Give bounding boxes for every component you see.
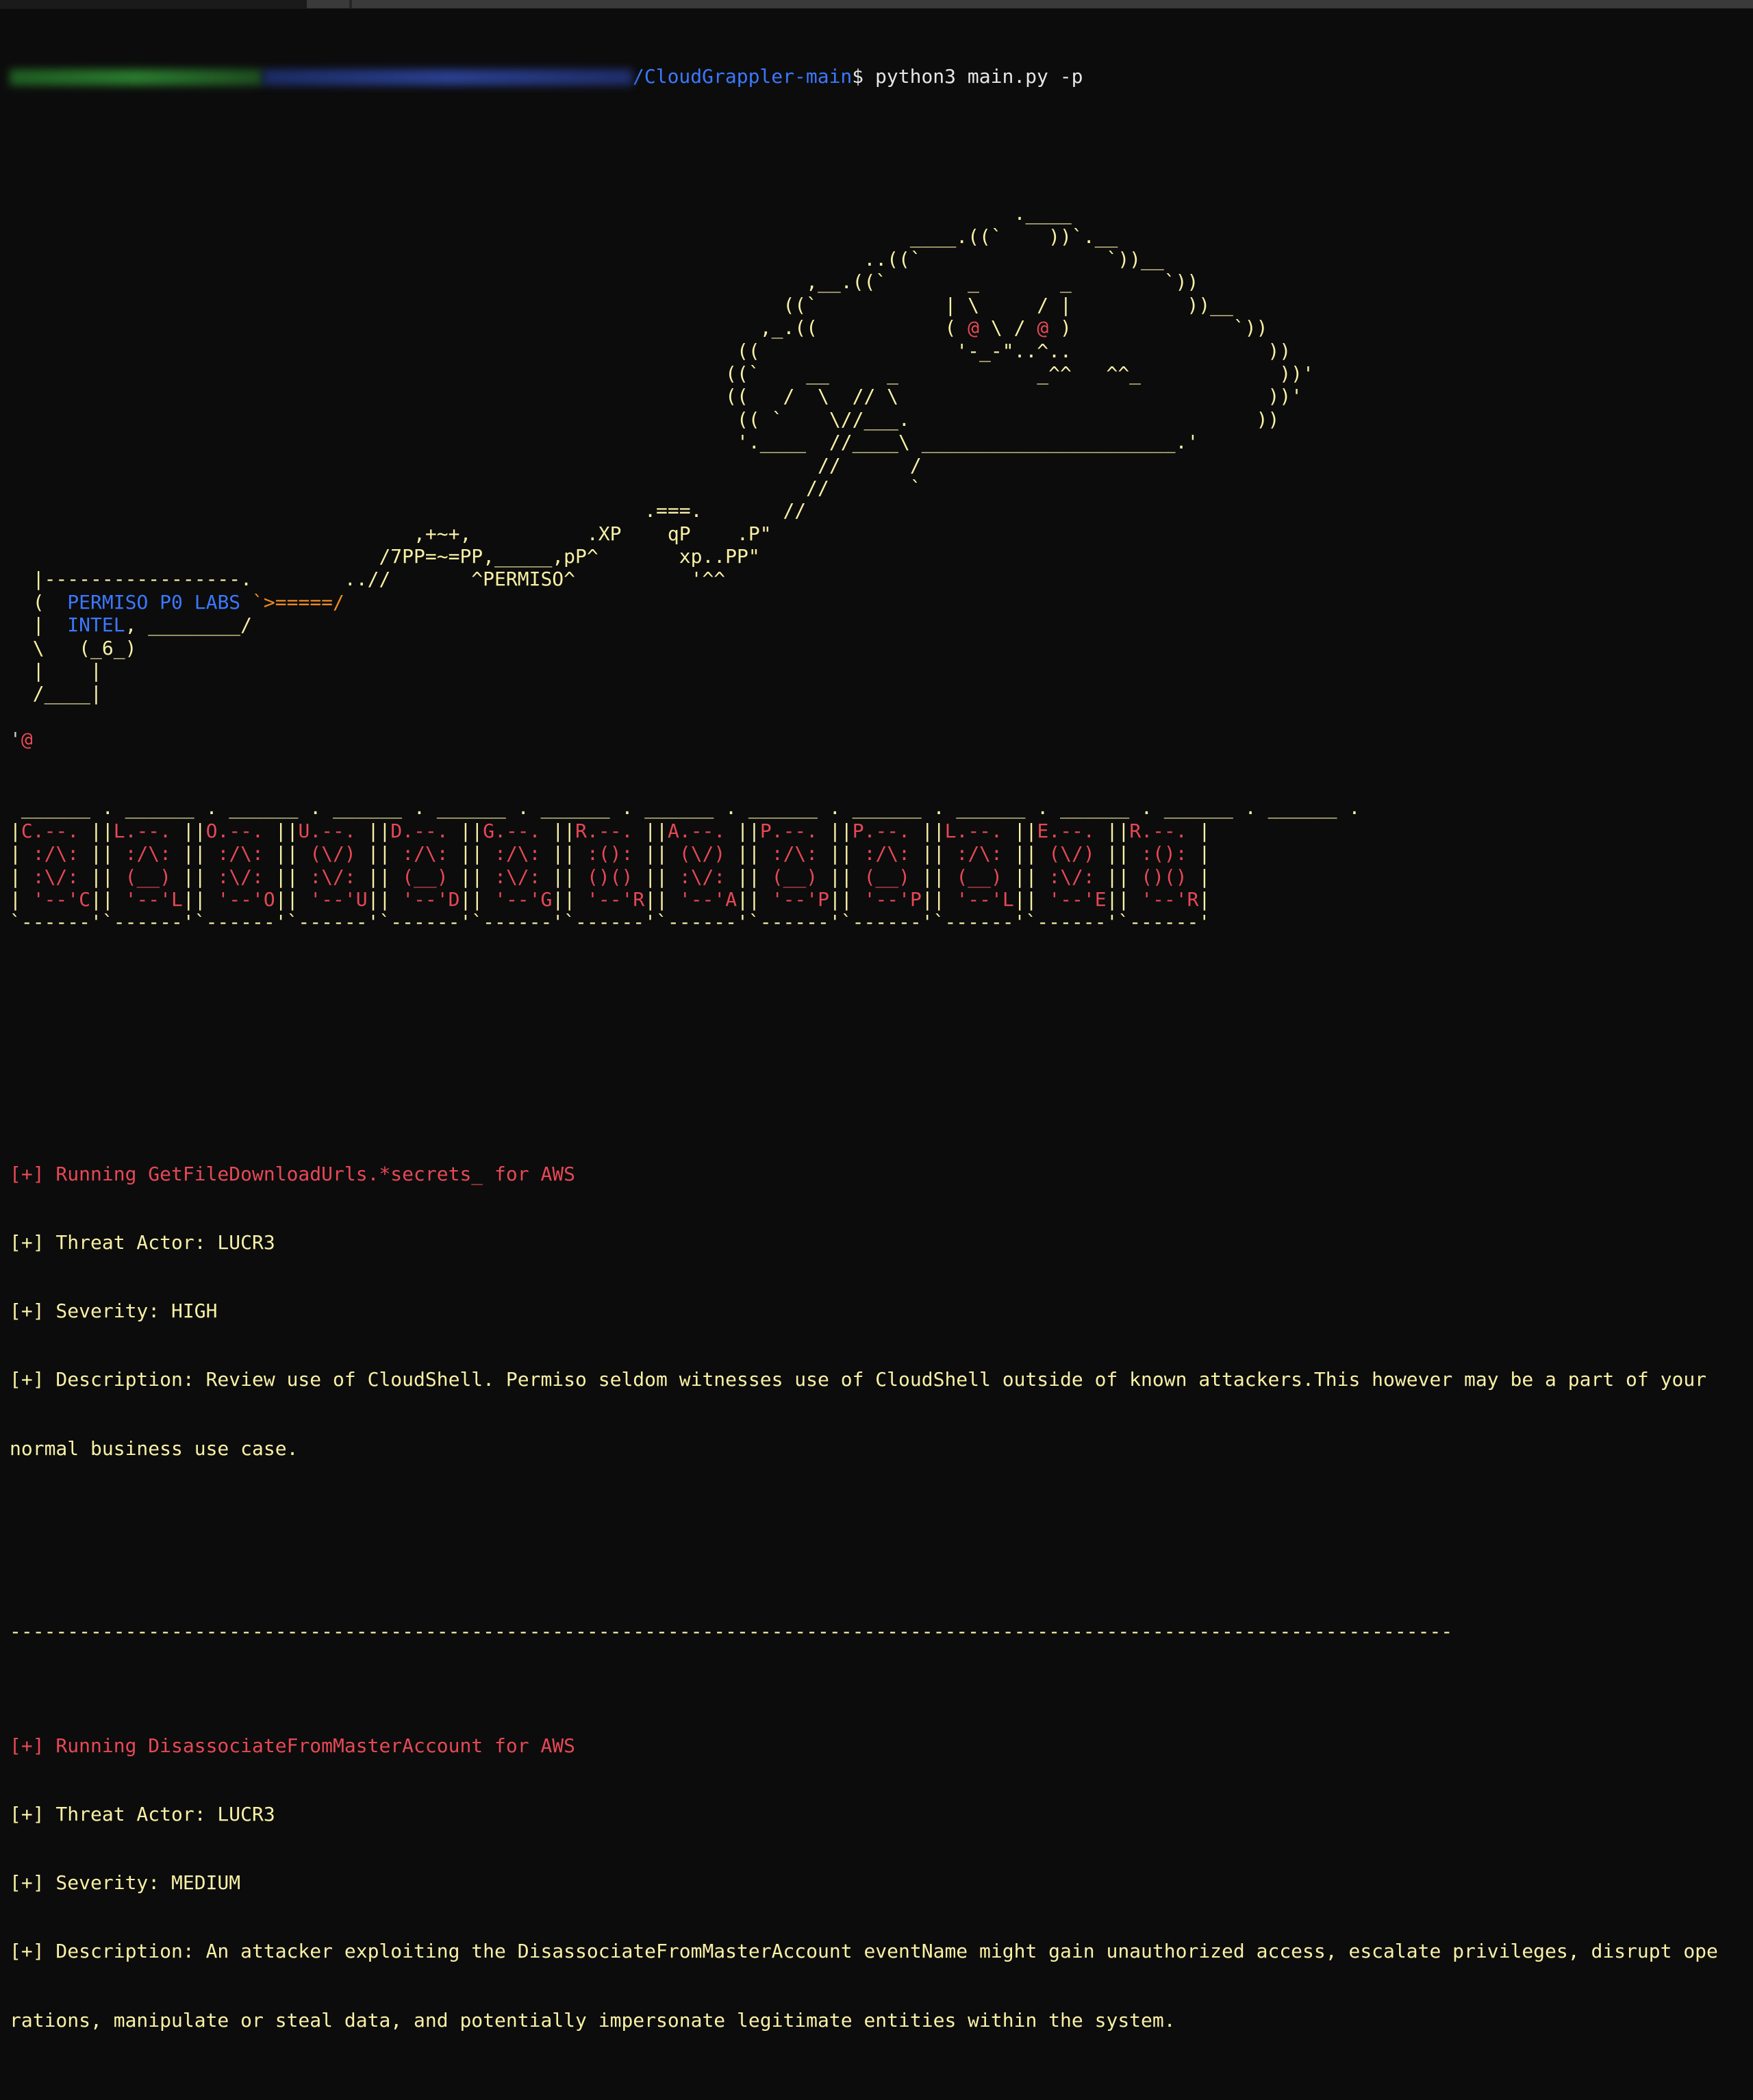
cloudgrappler-card-banner: ______ . ______ . ______ . ______ . ____… — [10, 796, 1718, 933]
threat-actor-line: [+] Threat Actor: LUCR3 — [10, 1803, 275, 1826]
severity-line: [+] Severity: MEDIUM — [10, 1871, 241, 1895]
banner-art-line: ,_.(( ( @ \ / @ ) `)) — [10, 316, 1268, 340]
prompt-line: /CloudGrappler-main$ python3 main.py -p — [10, 65, 1718, 88]
horizontal-scrollbar-thumb[interactable] — [307, 0, 1753, 8]
description-line-cont: normal business use case. — [10, 1437, 299, 1460]
banner-art-line: ,__.((` _ _ `)) — [10, 270, 1199, 294]
banner-art-line: '.____ //____\ ______________________.' — [10, 431, 1199, 454]
banner-art-line: (( / \ // \ ))' — [10, 385, 1303, 408]
banner-art-line: /____| — [10, 682, 102, 705]
banner-art-line: .===. // — [10, 499, 807, 522]
banner-art-line: ,+~+, .XP qP .P" — [10, 522, 772, 545]
description-line-cont: rations, manipulate or steal data, and p… — [10, 2008, 1176, 2032]
redacted-hostname — [263, 68, 633, 86]
banner-art-line: (( ` \//___. )) — [10, 407, 1280, 431]
banner-art-line: | | — [10, 659, 102, 683]
card-row: `------'`------'`------'`------'`------'… — [10, 911, 1211, 934]
banner-art-line: | INTEL, ________/ — [10, 613, 253, 637]
banner-art-line: /7PP=~=PP,_____,pP^ xp..PP" — [10, 545, 760, 568]
prompt-symbol: $ — [852, 64, 876, 88]
result-block-2: [+] Running DisassociateFromMasterAccoun… — [10, 1688, 1718, 2077]
banner-art-line: '@ — [10, 728, 33, 751]
banner-art-line: // ` — [10, 476, 922, 499]
result-block-1: [+] Running GetFileDownloadUrls.*secrets… — [10, 1117, 1718, 1506]
scrollbar-notch — [349, 0, 352, 8]
description-line: [+] Description: An attacker exploiting … — [10, 1940, 1718, 1963]
banner-art-line: .____ — [10, 202, 1072, 225]
card-row: | :\/: || (__) || :\/: || :\/: || (__) |… — [10, 865, 1211, 888]
card-row: |C.--. ||L.--. ||O.--. ||U.--. ||D.--. |… — [10, 819, 1211, 842]
banner-art-line: ((` | \ / | ))__ — [10, 293, 1233, 316]
running-line: [+] Running DisassociateFromMasterAccoun… — [10, 1734, 576, 1757]
banner-art-line: (( '-_-"..^.. )) — [10, 339, 1291, 362]
banner-art-line — [10, 705, 1718, 728]
threat-actor-line: [+] Threat Actor: LUCR3 — [10, 1230, 275, 1254]
banner-art-line: ( PERMISO P0 LABS `>=====/ — [10, 590, 344, 613]
prompt-command: python3 main.py -p — [875, 64, 1083, 88]
card-row: | '--'C|| '--'L|| '--'O|| '--'U|| '--'D|… — [10, 887, 1211, 911]
terminal-output[interactable]: /CloudGrappler-main$ python3 main.py -p … — [10, 19, 1718, 2100]
banner-art-line: |-----------------. ..// ^PERMISO^ '^^ — [10, 568, 726, 591]
banner-art-line: ..((` `))__ — [10, 248, 1164, 270]
card-row: | :/\: || :/\: || :/\: || (\/) || :/\: |… — [10, 842, 1211, 865]
redacted-username — [10, 68, 263, 86]
card-row: ______ . ______ . ______ . ______ . ____… — [10, 796, 1361, 820]
separator-line: ----------------------------------------… — [10, 1619, 1453, 1643]
banner-art-line: ((` __ _ _^^ ^^_ ))' — [10, 362, 1314, 385]
description-line: [+] Description: Review use of CloudShel… — [10, 1368, 1707, 1391]
banner-art-line: \ (_6_) — [10, 636, 137, 659]
running-line: [+] Running GetFileDownloadUrls.*secrets… — [10, 1162, 576, 1185]
ascii-banner-art: .____ ____.((` ))`.__ ..((` `))__ ,__.((… — [10, 202, 1718, 750]
prompt-path: /CloudGrappler-main — [633, 64, 853, 88]
banner-art-line: // / — [10, 453, 922, 477]
banner-art-line: ____.((` ))`.__ — [10, 225, 1118, 248]
severity-line: [+] Severity: HIGH — [10, 1300, 218, 1323]
